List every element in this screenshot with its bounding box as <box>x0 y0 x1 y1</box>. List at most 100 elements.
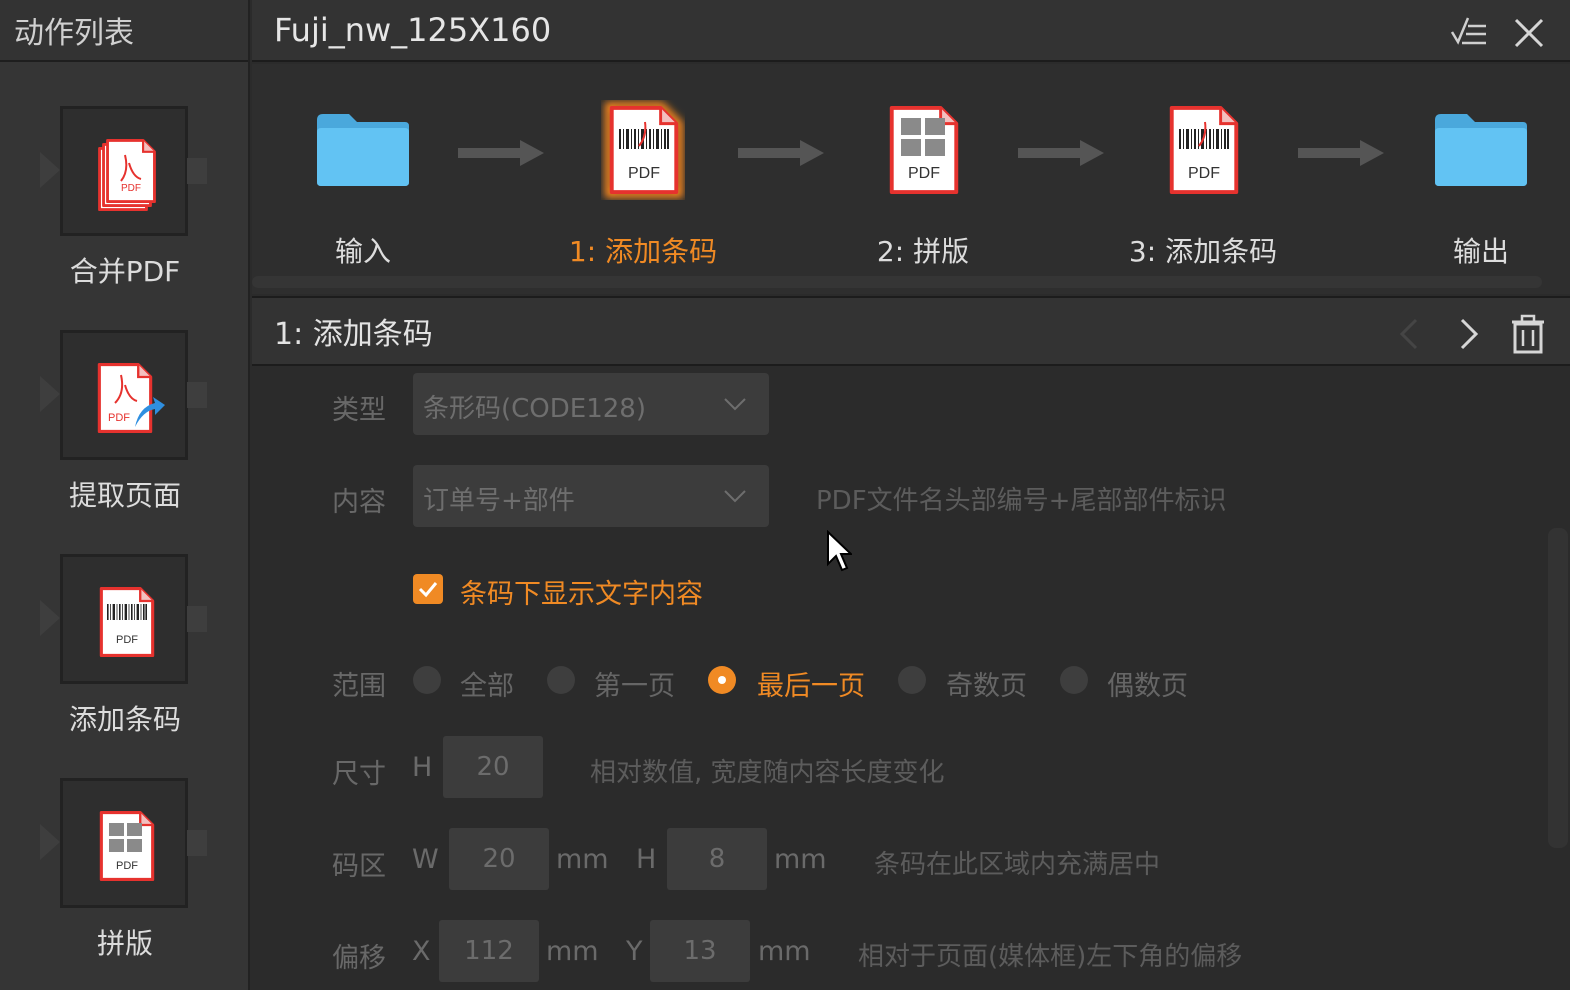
offset-hint: 相对于页面(媒体框)左下角的偏移 <box>858 942 1243 972</box>
size-label: 尺寸 <box>332 759 386 790</box>
chevron-left-icon[interactable] <box>1390 314 1430 354</box>
pipeline-step-imposition[interactable]: PDF 2: 拼版 <box>833 100 1013 270</box>
radio-label-all[interactable]: 全部 <box>460 664 514 703</box>
vertical-scrollbar[interactable] <box>1548 528 1568 848</box>
radio-label-first-page[interactable]: 第一页 <box>594 664 675 703</box>
step-detail-title: 1: 添加条码 <box>274 317 433 352</box>
radio-odd-pages[interactable] <box>898 666 926 694</box>
output-connector <box>187 158 207 184</box>
offset-x-unit: mm <box>546 936 599 967</box>
workflow-title: Fuji_nw_125X160 <box>274 11 552 49</box>
barcode-type-select[interactable]: 条形码(CODE128) <box>413 373 769 435</box>
add-barcode-icon: PDF <box>1169 106 1239 194</box>
step-label: 2: 拼版 <box>876 235 970 268</box>
horizontal-scrollbar[interactable] <box>252 276 1542 288</box>
action-tile[interactable]: PDF <box>60 554 188 684</box>
pdf-badge: PDF <box>116 634 138 646</box>
radio-first-page[interactable] <box>547 666 575 694</box>
radio-all[interactable] <box>413 666 441 694</box>
pipeline-step-input[interactable]: 输入 <box>273 100 453 270</box>
offset-x-input[interactable]: 112 <box>439 920 539 982</box>
show-text-label[interactable]: 条码下显示文字内容 <box>460 572 703 611</box>
action-tile[interactable]: PDF <box>60 330 188 460</box>
radio-label-last-page[interactable]: 最后一页 <box>757 664 865 703</box>
input-connector <box>40 376 60 412</box>
arrow-right-icon <box>1298 140 1384 166</box>
add-barcode-icon: PDF <box>605 102 683 198</box>
chevron-right-icon[interactable] <box>1450 314 1490 354</box>
pipeline-step-output[interactable]: 输出 <box>1391 100 1570 270</box>
radio-even-pages[interactable] <box>1060 666 1088 694</box>
arrow-right-icon <box>458 140 544 166</box>
show-text-checkbox[interactable] <box>413 574 443 604</box>
content-label: 内容 <box>332 487 386 518</box>
action-item-imposition[interactable]: PDF 拼版 <box>0 778 250 990</box>
imposition-icon: PDF <box>99 811 155 881</box>
arrow-right-icon <box>1018 140 1104 166</box>
action-label: 提取页面 <box>68 479 181 512</box>
close-icon[interactable] <box>1508 12 1548 52</box>
step-detail-header: 1: 添加条码 <box>252 296 1570 366</box>
action-label: 拼版 <box>96 927 153 960</box>
offset-y-unit: mm <box>758 936 811 967</box>
area-hint: 条码在此区域内充满居中 <box>874 850 1161 880</box>
input-connector <box>40 824 60 860</box>
select-value: 条形码(CODE128) <box>423 394 646 424</box>
folder-icon <box>315 112 411 188</box>
arrow-right-icon <box>738 140 824 166</box>
type-label: 类型 <box>332 395 386 426</box>
output-connector <box>187 382 207 408</box>
size-h-label: H <box>412 752 433 783</box>
step-label: 1: 添加条码 <box>568 235 718 268</box>
sidebar-title: 动作列表 <box>0 0 248 62</box>
action-tile[interactable]: PDF <box>60 106 188 236</box>
merge-pdf-icon: PDF <box>98 139 156 211</box>
title-bar: Fuji_nw_125X160 <box>252 0 1570 62</box>
offset-x-label: X <box>412 936 431 967</box>
extract-pages-icon: PDF <box>97 363 165 433</box>
step-label: 输入 <box>334 235 391 268</box>
folder-icon <box>1433 112 1529 188</box>
action-label: 合并PDF <box>69 255 181 288</box>
area-w-unit: mm <box>556 844 609 875</box>
select-value: 订单号+部件 <box>423 486 575 516</box>
area-h-input[interactable]: 8 <box>667 828 767 890</box>
action-tile[interactable]: PDF <box>60 778 188 908</box>
pdf-badge: PDF <box>116 860 138 872</box>
workflow-editor: Fuji_nw_125X160 输入 PDF 1: 添加条码 PDF 2: 拼版… <box>252 0 1570 990</box>
radio-label-odd-pages[interactable]: 奇数页 <box>946 664 1027 703</box>
radio-label-even-pages[interactable]: 偶数页 <box>1107 664 1188 703</box>
barcode-content-select[interactable]: 订单号+部件 <box>413 465 769 527</box>
input-connector <box>40 152 60 188</box>
size-hint: 相对数值, 宽度随内容长度变化 <box>590 758 945 788</box>
input-connector <box>40 600 60 636</box>
output-connector <box>187 606 207 632</box>
pdf-badge: PDF <box>1188 165 1220 182</box>
action-item-add-barcode[interactable]: PDF 添加条码 <box>0 554 250 778</box>
output-connector <box>187 830 207 856</box>
pipeline-step-add-barcode-1[interactable]: PDF 1: 添加条码 <box>553 100 733 270</box>
radio-last-page[interactable] <box>708 666 736 694</box>
area-w-input[interactable]: 20 <box>449 828 549 890</box>
add-barcode-icon: PDF <box>99 587 155 657</box>
barcode-settings-form: 类型 条形码(CODE128) 内容 订单号+部件 PDF文件名头部编号+尾部部… <box>252 368 1570 990</box>
imposition-icon: PDF <box>889 106 959 194</box>
pdf-badge: PDF <box>108 412 130 424</box>
trash-icon[interactable] <box>1508 314 1548 354</box>
checklist-icon[interactable] <box>1448 12 1488 52</box>
action-list-sidebar: 动作列表 PDF 合并PDF PDF 提取页面 PDF 添加条码 PDF 拼版 <box>0 0 250 990</box>
action-item-extract-pages[interactable]: PDF 提取页面 <box>0 330 250 554</box>
checkmark-icon <box>418 582 438 598</box>
chevron-down-icon <box>724 398 746 411</box>
action-item-merge-pdf[interactable]: PDF 合并PDF <box>0 106 250 330</box>
pdf-badge: PDF <box>121 183 141 194</box>
step-label: 3: 添加条码 <box>1128 235 1278 268</box>
offset-y-label: Y <box>626 936 643 967</box>
chevron-down-icon <box>724 490 746 503</box>
area-w-label: W <box>412 844 439 875</box>
workflow-pipeline: 输入 PDF 1: 添加条码 PDF 2: 拼版 PDF 3: 添加条码 输出 <box>252 64 1570 294</box>
offset-y-input[interactable]: 13 <box>650 920 750 982</box>
size-h-input[interactable]: 20 <box>443 736 543 798</box>
action-label: 添加条码 <box>68 703 181 736</box>
pipeline-step-add-barcode-3[interactable]: PDF 3: 添加条码 <box>1113 100 1293 270</box>
